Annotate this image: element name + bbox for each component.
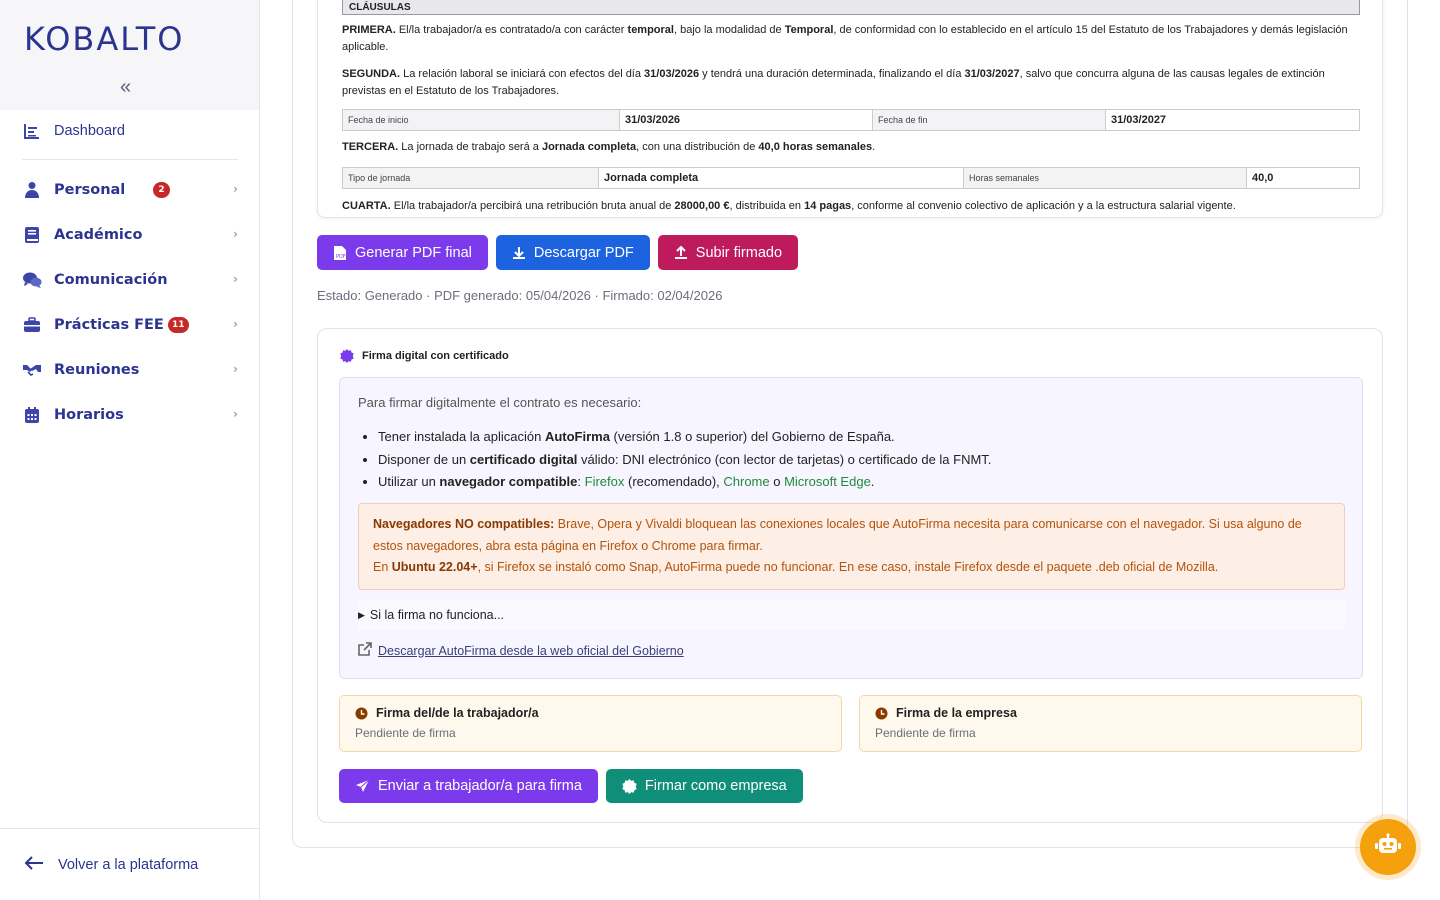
incompatible-browsers-warning: Navegadores NO compatibles: Brave, Opera… — [358, 503, 1345, 590]
clause-primera: PRIMERA. El/la trabajador/a es contratad… — [342, 24, 1348, 53]
dashboard-icon — [22, 121, 42, 141]
sidebar: KOBALTO « Dashboard Personal 2 › Académi… — [0, 0, 260, 900]
send-icon — [355, 779, 370, 793]
handshake-icon — [22, 360, 42, 380]
upload-signed-button[interactable]: Subir firmado — [657, 235, 799, 270]
pdf-actions: PDF Generar PDF final Descargar PDF Subi… — [317, 235, 799, 270]
sidebar-item-dashboard[interactable]: Dashboard — [22, 116, 238, 146]
contract-preview[interactable]: CLÁUSULAS PRIMERA. El/la trabajador/a es… — [317, 0, 1383, 218]
chevron-right-icon: › — [233, 317, 238, 331]
chevron-right-icon: › — [233, 272, 238, 286]
sidebar-item-label: Personal — [54, 182, 126, 198]
table-key: Horas semanales — [964, 168, 1247, 188]
briefcase-icon — [22, 315, 42, 335]
sidebar-item-practicas-fee[interactable]: Prácticas FEE 11 › — [22, 310, 238, 340]
sidebar-item-academico[interactable]: Académico › — [22, 220, 238, 250]
download-pdf-button[interactable]: Descargar PDF — [495, 235, 650, 270]
chrome-link[interactable]: Chrome — [723, 474, 769, 489]
table-value: Jornada completa — [599, 168, 964, 188]
certificate-seal-icon — [622, 778, 637, 794]
chevron-right-icon: › — [233, 182, 238, 196]
sidebar-item-label: Comunicación — [54, 272, 168, 288]
signature-title: Firma del/de la trabajador/a — [355, 706, 539, 720]
sidebar-item-comunicacion[interactable]: Comunicación › — [22, 265, 238, 295]
certificate-seal-icon — [340, 349, 354, 363]
notification-badge: 2 — [153, 182, 170, 198]
sign-as-company-button[interactable]: Firmar como empresa — [605, 769, 803, 803]
signature-title: Firma de la empresa — [875, 706, 1017, 720]
upload-icon — [674, 245, 688, 260]
list-item: Tener instalada la aplicación AutoFirma … — [378, 426, 991, 449]
download-icon — [512, 246, 526, 260]
calendar-icon — [22, 405, 42, 425]
sidebar-item-horarios[interactable]: Horarios › — [22, 400, 238, 430]
notification-badge: 11 — [168, 317, 189, 333]
worker-signature-status: Firma del/de la trabajador/a Pendiente d… — [339, 695, 842, 752]
requirements-intro: Para firmar digitalmente el contrato es … — [358, 395, 642, 410]
arrow-left-icon — [24, 855, 44, 874]
chat-icon — [22, 270, 42, 290]
requirements-list: Tener instalada la aplicación AutoFirma … — [378, 426, 991, 494]
schedule-table: Tipo de jornada Jornada completa Horas s… — [342, 167, 1360, 189]
logo: KOBALTO — [24, 20, 185, 58]
contract-text: CLÁUSULAS PRIMERA. El/la trabajador/a es… — [342, 0, 1360, 215]
sidebar-item-label: Reuniones — [54, 362, 140, 378]
assistant-bot-button[interactable] — [1360, 819, 1416, 875]
generate-pdf-button[interactable]: PDF Generar PDF final — [317, 235, 488, 270]
svg-text:PDF: PDF — [336, 254, 346, 260]
download-autofirma: Descargar AutoFirma desde la web oficial… — [358, 642, 684, 659]
dates-table: Fecha de inicio 31/03/2026 Fecha de fin … — [342, 109, 1360, 131]
section-heading: CLÁUSULAS — [342, 0, 1360, 15]
table-value: 40,0 — [1252, 171, 1274, 184]
sidebar-item-personal[interactable]: Personal 2 › — [22, 175, 238, 205]
clause-segunda: SEGUNDA. La relación laboral se iniciará… — [342, 68, 1325, 97]
chevron-right-icon: › — [233, 407, 238, 421]
clock-icon — [355, 707, 368, 720]
clause-cuarta: CUARTA. El/la trabajador/a percibirá una… — [342, 200, 1236, 212]
list-item: Disponer de un certificado digital válid… — [378, 449, 991, 472]
table-key: Fecha de inicio — [343, 110, 620, 130]
table-key: Fecha de fin — [873, 110, 1106, 130]
requirements-box: Para firmar digitalmente el contrato es … — [339, 377, 1363, 679]
sidebar-item-label: Dashboard — [54, 123, 125, 139]
sidebar-item-label: Prácticas FEE — [54, 317, 164, 333]
sidebar-item-label: Académico — [54, 227, 143, 243]
table-value: 31/03/2027 — [1111, 113, 1167, 126]
signature-status: Pendiente de firma — [355, 726, 456, 740]
signature-status: Pendiente de firma — [875, 726, 976, 740]
person-icon — [22, 180, 42, 200]
disclosure-triangle-icon: ▶ — [358, 609, 365, 620]
panel-title: Firma digital con certificado — [340, 349, 509, 363]
book-icon — [22, 225, 42, 245]
table-value: 31/03/2026 — [620, 110, 873, 130]
company-signature-status: Firma de la empresa Pendiente de firma — [859, 695, 1362, 752]
firefox-link[interactable]: Firefox — [585, 474, 625, 489]
chevron-right-icon: › — [233, 227, 238, 241]
clause-tercera: TERCERA. La jornada de trabajo será a Jo… — [342, 141, 876, 153]
send-to-worker-button[interactable]: Enviar a trabajador/a para firma — [339, 769, 598, 803]
robot-icon — [1374, 832, 1402, 862]
logo-area: KOBALTO « — [0, 0, 259, 110]
chevron-right-icon: › — [233, 362, 238, 376]
clock-icon — [875, 707, 888, 720]
sidebar-item-label: Horarios — [54, 407, 124, 423]
sidebar-item-reuniones[interactable]: Reuniones › — [22, 355, 238, 385]
download-autofirma-link[interactable]: Descargar AutoFirma desde la web oficial… — [378, 644, 684, 658]
back-label: Volver a la plataforma — [58, 856, 199, 873]
table-key: Tipo de jornada — [343, 168, 599, 188]
signature-actions: Enviar a trabajador/a para firma Firmar … — [339, 769, 803, 803]
troubleshooting-toggle[interactable]: ▶ Si la firma no funciona... — [358, 600, 1345, 630]
digital-signature-panel: Firma digital con certificado Para firma… — [317, 328, 1383, 823]
nav-divider — [22, 159, 238, 160]
list-item: Utilizar un navegador compatible: Firefo… — [378, 471, 991, 494]
collapse-sidebar-icon[interactable]: « — [120, 76, 131, 99]
contract-status: Estado: Generado · PDF generado: 05/04/2… — [317, 288, 723, 303]
back-to-platform-link[interactable]: Volver a la plataforma — [0, 828, 260, 900]
external-link-icon — [358, 642, 372, 659]
pdf-file-icon: PDF — [333, 245, 347, 261]
edge-link[interactable]: Microsoft Edge — [784, 474, 871, 489]
